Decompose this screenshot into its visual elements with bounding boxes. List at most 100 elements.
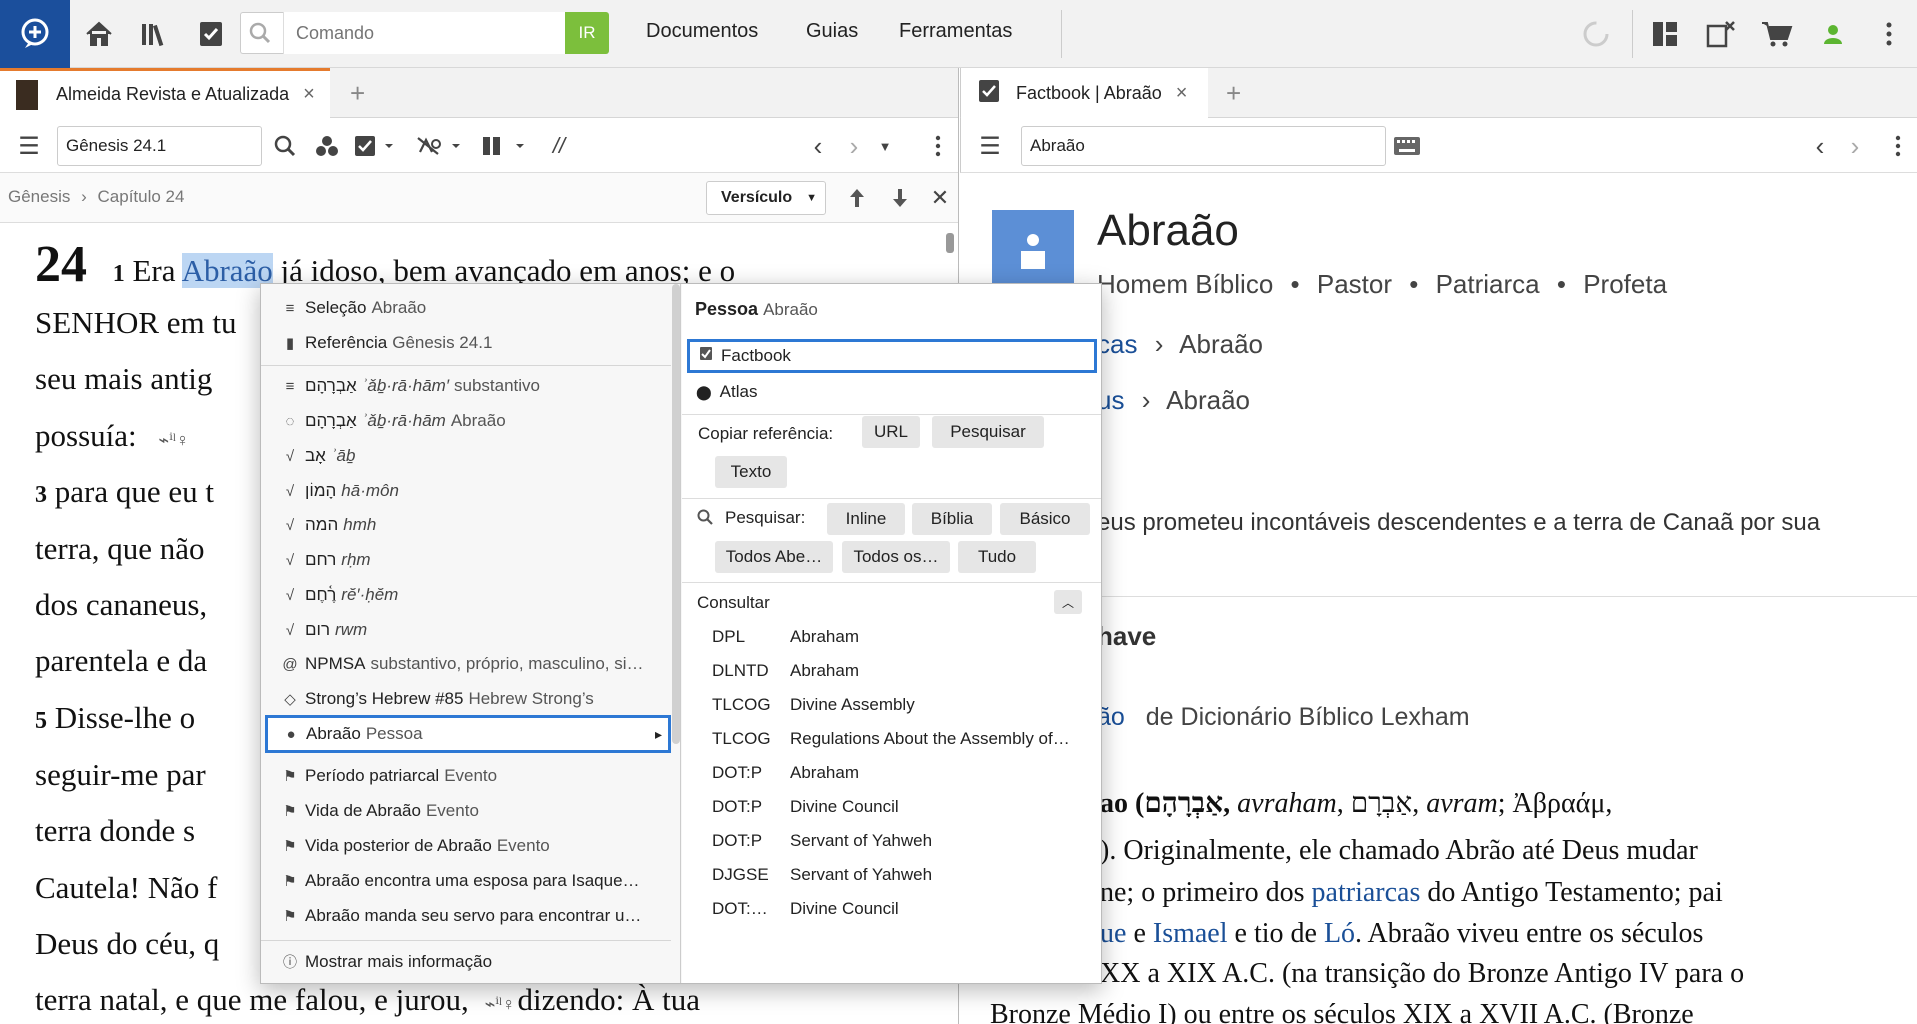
consult-row[interactable]: DOT:P Divine Council — [712, 790, 899, 824]
arrow-down-icon[interactable] — [885, 183, 915, 213]
role-tag[interactable]: Homem Bíblico — [1097, 269, 1273, 299]
menu-item-root[interactable]: √ רום rwm — [261, 613, 671, 647]
sync-icon[interactable] — [1576, 14, 1616, 54]
factbook-search-input[interactable] — [1021, 126, 1386, 166]
menu-item-evento[interactable]: ⚑ Abraão manda seu servo para encontrar u… — [261, 899, 671, 933]
scrollbar-thumb[interactable] — [946, 233, 954, 253]
tab-factbook[interactable]: Factbook | Abraão × — [961, 68, 1208, 118]
consult-row[interactable]: DOT:P Abraham — [712, 756, 859, 790]
atlas-option[interactable]: ⬤ Atlas — [696, 376, 757, 408]
cart-icon[interactable] — [1757, 14, 1797, 54]
search-icon[interactable] — [270, 132, 300, 160]
history-dropdown-icon[interactable]: ▼ — [872, 132, 898, 160]
menu-item-sense[interactable]: ◌ אַבְרָהָם ʾǎḇ·rā·hām Abraão — [261, 404, 671, 438]
menu-item-root[interactable]: √ אָב ʾāḇ — [261, 439, 671, 473]
menu-scrollbar[interactable] — [672, 284, 680, 744]
close-icon[interactable]: × — [303, 83, 315, 106]
chevron-right-icon[interactable]: › — [840, 131, 868, 161]
layouts-icon[interactable] — [1645, 14, 1685, 54]
tab-almeida[interactable]: Almeida Revista e Atualizada × — [0, 68, 330, 118]
consult-row[interactable]: DLNTD Abraham — [712, 654, 859, 688]
consult-row[interactable]: DPL Abraham — [712, 620, 859, 654]
menu-item-referencia[interactable]: ▮ Referência Gênesis 24.1 — [261, 326, 671, 360]
verse-number[interactable]: 3 — [35, 482, 47, 508]
add-tab-button[interactable]: + — [1226, 78, 1241, 109]
show-more-info[interactable]: ⓘ Mostrar mais informação — [261, 945, 671, 979]
menu-documentos[interactable]: Documentos — [646, 20, 758, 43]
article-link[interactable]: Ló — [1324, 918, 1355, 949]
logos-logo-icon[interactable] — [0, 0, 70, 68]
menu-item-morphology[interactable]: @ NPMSA substantivo, próprio, masculino, s… — [261, 647, 671, 681]
chevron-left-icon[interactable]: ‹ — [1806, 131, 1834, 161]
menu-item-selecao[interactable]: ≡ Seleção Abraão — [261, 291, 671, 325]
inline-search-dropdown-icon[interactable] — [416, 132, 466, 160]
parallel-resources-icon[interactable]: // — [544, 132, 574, 160]
arrow-up-icon[interactable] — [842, 183, 872, 213]
factbook-option[interactable]: Factbook — [687, 339, 1097, 373]
close-icon[interactable]: × — [1176, 82, 1188, 105]
speaker-icon[interactable]: ⌁ⁱˡ♀ — [485, 994, 516, 1014]
menu-item-evento[interactable]: ⚑ Vida de Abraão Evento — [261, 794, 671, 828]
menu-ferramentas[interactable]: Ferramentas — [899, 20, 1012, 43]
consult-row[interactable]: TLCOG Divine Assembly — [712, 688, 915, 722]
reference-input[interactable] — [57, 126, 262, 166]
keyboard-icon[interactable] — [1391, 132, 1423, 160]
menu-item-abraao-pessoa[interactable]: ● Abraão Pessoa ▸ — [265, 715, 671, 753]
menu-item-root[interactable]: √ רֶ֫חֶם rĕ′·ḥĕm — [261, 578, 671, 612]
copy-text-button[interactable]: Texto — [715, 456, 787, 488]
menu-item-strongs[interactable]: ◇ Strong’s Hebrew #85 Hebrew Strong’s — [261, 682, 671, 716]
visual-filter-icon[interactable] — [312, 132, 342, 160]
menu-guias[interactable]: Guias — [806, 20, 858, 43]
collapse-icon[interactable]: ︿ — [1054, 590, 1082, 614]
consult-row[interactable]: DOT:… Divine Council — [712, 892, 899, 926]
verse-number[interactable]: 1 — [113, 261, 125, 287]
breadcrumb-book[interactable]: Gênesis — [8, 187, 70, 206]
article-link[interactable]: ue — [1100, 918, 1126, 949]
columns-dropdown-icon[interactable] — [480, 132, 530, 160]
role-tag[interactable]: Pastor — [1317, 269, 1392, 299]
article-link[interactable]: Ismael — [1153, 918, 1228, 949]
menu-item-evento[interactable]: ⚑ Período patriarcal Evento — [261, 759, 671, 793]
search-basico-button[interactable]: Básico — [1000, 503, 1090, 535]
chevron-right-icon[interactable]: › — [1841, 131, 1869, 161]
consult-row[interactable]: DOT:P Servant of Yahweh — [712, 824, 932, 858]
library-icon[interactable] — [135, 14, 175, 54]
search-biblia-button[interactable]: Bíblia — [912, 503, 992, 535]
add-tab-button[interactable]: + — [350, 78, 365, 109]
account-icon[interactable] — [1813, 14, 1853, 54]
go-button[interactable]: IR — [565, 12, 609, 54]
more-vertical-icon[interactable] — [1869, 14, 1909, 54]
consult-row[interactable]: DJGSE Servant of Yahweh — [712, 858, 932, 892]
home-icon[interactable] — [79, 14, 119, 54]
category-link[interactable]: cas — [1097, 329, 1137, 359]
copy-search-button[interactable]: Pesquisar — [932, 416, 1044, 448]
menu-item-evento[interactable]: ⚑ Abraão encontra uma esposa para Isaque… — [261, 864, 671, 898]
speaker-icon[interactable]: ⌁ⁱˡ♀ — [158, 430, 189, 450]
menu-item-root[interactable]: √ רחם rḥm — [261, 543, 671, 577]
article-link[interactable]: patriarcas — [1312, 877, 1421, 908]
checklist-dropdown-icon[interactable] — [352, 132, 398, 160]
verse-number[interactable]: 5 — [35, 708, 47, 734]
more-vertical-icon[interactable] — [924, 132, 952, 160]
role-tag[interactable]: Profeta — [1583, 269, 1667, 299]
panel-menu-icon[interactable]: ☰ — [975, 132, 1005, 160]
search-inline-button[interactable]: Inline — [827, 503, 905, 535]
breadcrumb-chapter[interactable]: Capítulo 24 — [98, 187, 185, 206]
search-todos-abe-button[interactable]: Todos Abe… — [715, 541, 833, 573]
role-tag[interactable]: Patriarca — [1436, 269, 1540, 299]
command-input[interactable] — [283, 12, 565, 54]
more-vertical-icon[interactable] — [1884, 132, 1912, 160]
menu-item-evento[interactable]: ⚑ Vida posterior de Abraão Evento — [261, 829, 671, 863]
menu-item-root[interactable]: √ המה hmh — [261, 508, 671, 542]
versiculo-dropdown[interactable]: Versículo ▼ — [706, 181, 826, 215]
search-tudo-button[interactable]: Tudo — [958, 541, 1036, 573]
chevron-left-icon[interactable]: ‹ — [804, 131, 832, 161]
close-icon[interactable]: ✕ — [926, 183, 954, 213]
panel-menu-icon[interactable]: ☰ — [14, 132, 44, 160]
copy-url-button[interactable]: URL — [862, 416, 920, 448]
search-todos-os-button[interactable]: Todos os… — [842, 541, 950, 573]
documents-checklist-icon[interactable] — [191, 14, 231, 54]
menu-item-root[interactable]: √ הָמוֹן hā·môn — [261, 474, 671, 508]
close-panels-icon[interactable] — [1701, 14, 1741, 54]
consult-row[interactable]: TLCOG Regulations About the Assembly of… — [712, 722, 1070, 756]
